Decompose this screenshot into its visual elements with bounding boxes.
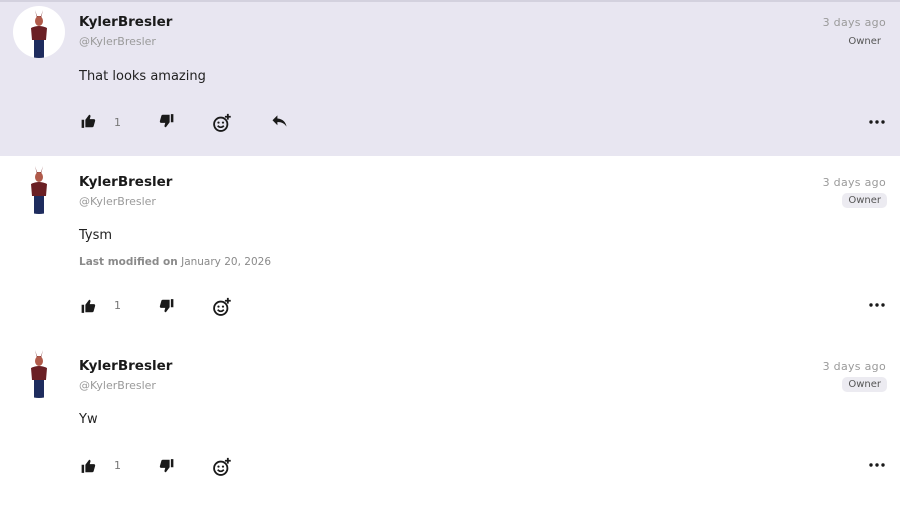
user-handle: @KylerBresler	[79, 195, 156, 208]
comment-body: That looks amazing	[79, 69, 206, 84]
like-count: 1	[114, 459, 121, 472]
timestamp: 3 days ago	[822, 16, 886, 29]
user-handle: @KylerBresler	[79, 35, 156, 48]
dislike-button[interactable]	[155, 295, 177, 317]
thumbs-down-icon	[159, 299, 173, 313]
thumbs-down-icon	[159, 459, 173, 473]
username[interactable]: KylerBresler	[79, 358, 172, 374]
comment-item: KylerBresler @KylerBresler 3 days ago Ow…	[0, 0, 900, 156]
comment-body: Tysm	[79, 228, 113, 243]
add-reaction-icon	[213, 113, 231, 132]
like-count: 1	[114, 299, 121, 312]
thumbs-up-icon	[81, 114, 95, 128]
reply-button[interactable]	[268, 110, 290, 132]
owner-badge: Owner	[848, 36, 881, 47]
add-reaction-icon	[213, 457, 231, 476]
like-button[interactable]	[77, 110, 99, 132]
more-options-icon	[869, 303, 885, 307]
comment-item: KylerBresler @KylerBresler 3 days ago Ow…	[0, 156, 900, 340]
timestamp: 3 days ago	[822, 176, 886, 189]
username[interactable]: KylerBresler	[79, 174, 172, 190]
avatar[interactable]	[13, 162, 65, 214]
add-reaction-button[interactable]	[211, 112, 233, 134]
user-handle: @KylerBresler	[79, 379, 156, 392]
dislike-button[interactable]	[155, 455, 177, 477]
like-button[interactable]	[77, 455, 99, 477]
username[interactable]: KylerBresler	[79, 14, 172, 30]
more-options-icon	[869, 120, 885, 124]
more-options-icon	[869, 463, 885, 467]
dislike-button[interactable]	[155, 110, 177, 132]
like-button[interactable]	[77, 295, 99, 317]
last-modified-label: Last modified on	[79, 256, 178, 268]
more-options-button[interactable]	[866, 454, 888, 476]
reply-icon	[272, 115, 286, 127]
comment-item: KylerBresler @KylerBresler 3 days ago Ow…	[0, 340, 900, 522]
more-options-button[interactable]	[866, 294, 888, 316]
add-reaction-button[interactable]	[211, 296, 233, 318]
like-count: 1	[114, 116, 121, 129]
timestamp: 3 days ago	[822, 360, 886, 373]
add-reaction-button[interactable]	[211, 456, 233, 478]
more-options-button[interactable]	[866, 111, 888, 133]
thumbs-up-icon	[81, 299, 95, 313]
avatar[interactable]	[13, 346, 65, 398]
last-modified: Last modified on January 20, 2026	[79, 256, 271, 268]
last-modified-date: January 20, 2026	[181, 256, 271, 268]
thumbs-down-icon	[159, 114, 173, 128]
avatar[interactable]	[13, 6, 65, 58]
add-reaction-icon	[213, 297, 231, 316]
owner-badge: Owner	[842, 377, 887, 392]
owner-badge: Owner	[842, 193, 887, 208]
thumbs-up-icon	[81, 459, 95, 473]
comment-body: Yw	[79, 412, 98, 427]
